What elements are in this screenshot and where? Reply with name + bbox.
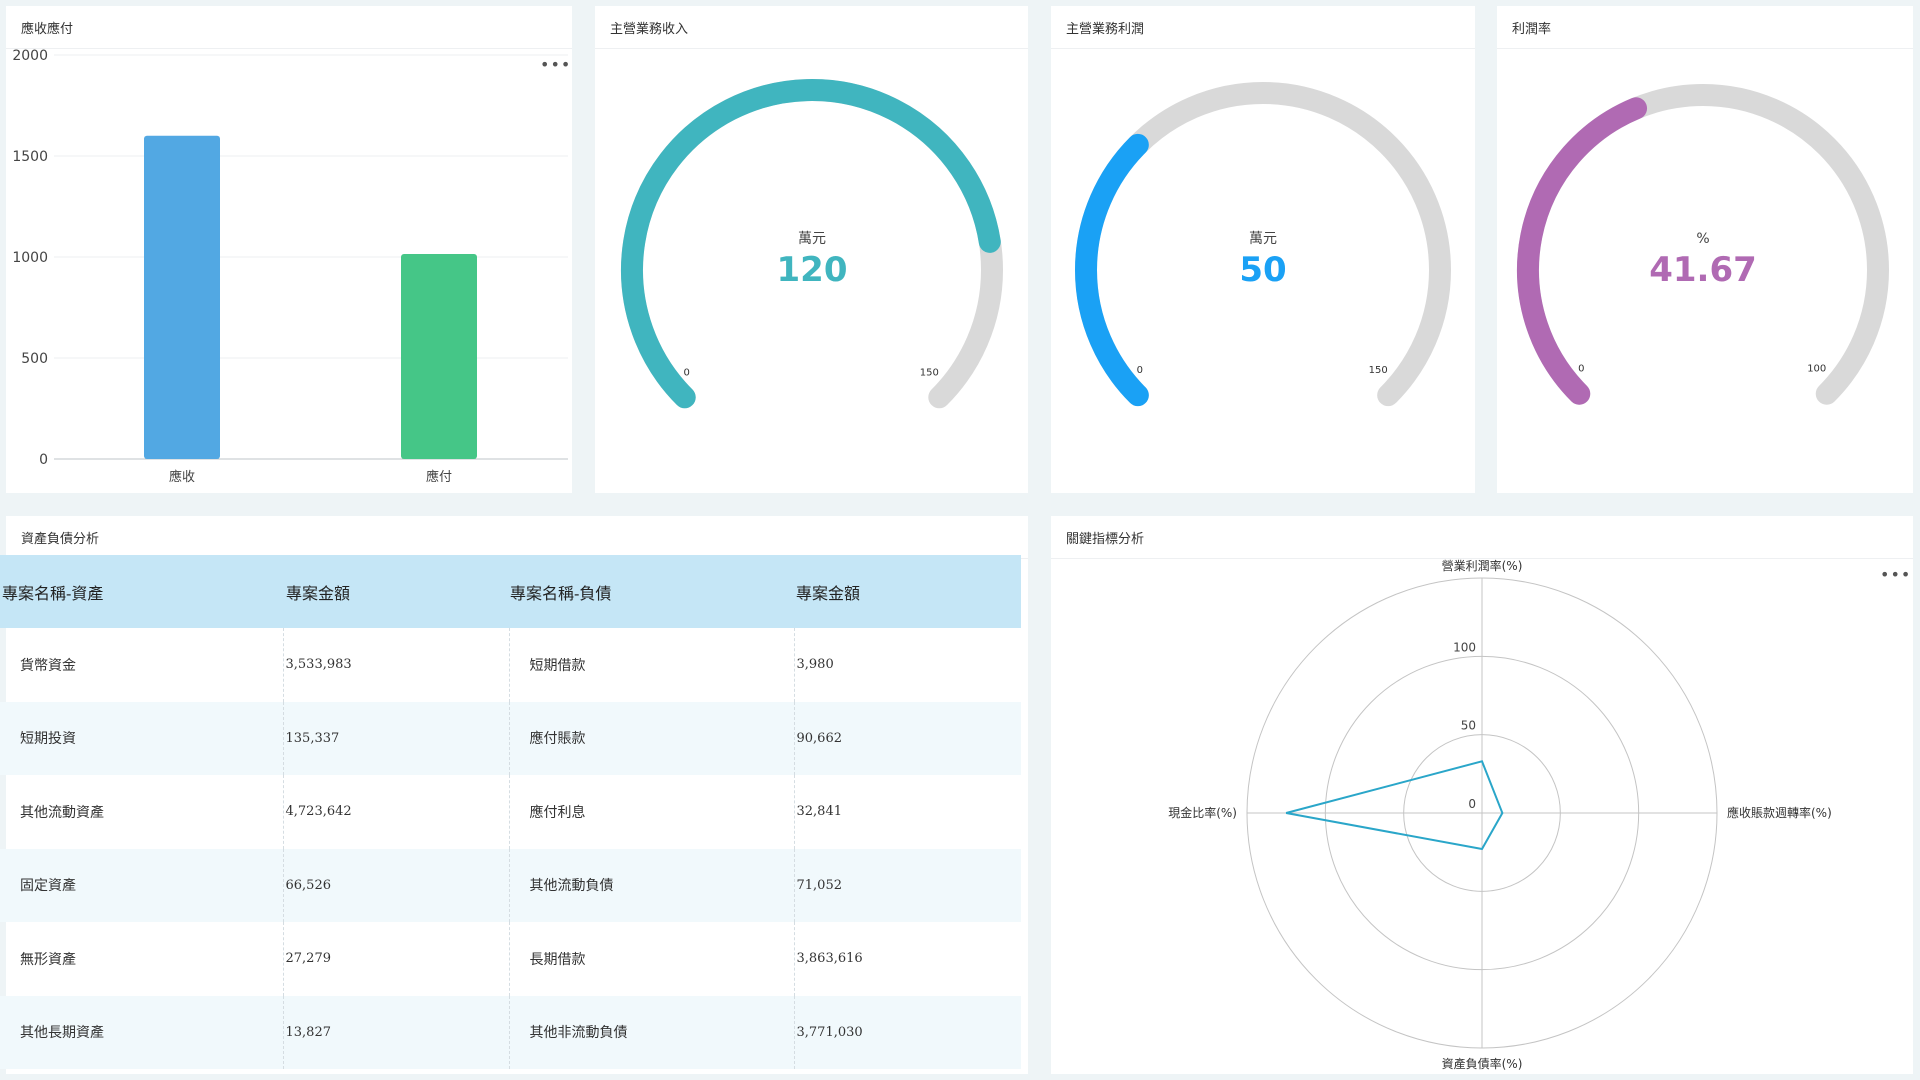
radar-indicator-label: 營業利潤率(%)	[1442, 558, 1523, 573]
gauge-value: 41.67	[1649, 250, 1757, 290]
liability-amount: 32,841	[793, 775, 1021, 849]
table-row: 短期投資 135,337 應付賬款 90,662	[0, 701, 1021, 775]
header-asset-name: 專案名稱-資產	[0, 555, 283, 628]
liability-amount: 3,771,030	[793, 995, 1021, 1069]
profit-gauge: 萬元 50 0 150	[1075, 82, 1451, 407]
table-row: 固定資產 66,526 其他流動負債 71,052	[0, 848, 1021, 922]
liability-name: 短期借款	[508, 628, 794, 702]
gauge-max-label: 100	[1807, 364, 1826, 375]
table-header-row: 專案名稱-資產 專案金額 專案名稱-負債 專案金額	[0, 555, 1021, 628]
table-row: 其他流動資產 4,723,642 應付利息 32,841	[0, 775, 1021, 849]
liability-amount: 71,052	[793, 848, 1021, 922]
gauge-unit: %	[1696, 231, 1709, 247]
asset-name: 其他流動資產	[20, 804, 104, 821]
radar-ring-label: 50	[1461, 719, 1476, 733]
liability-name: 長期借款	[508, 922, 794, 996]
liability-amount: 3,980	[793, 628, 1021, 702]
gauge-max-label: 150	[920, 367, 939, 378]
liability-name: 其他流動負債	[508, 848, 794, 922]
bar-receivable	[144, 135, 220, 460]
liability-name: 應付利息	[508, 775, 794, 849]
x-tick-label: 應付	[426, 469, 452, 485]
asset-amount: 66,526	[282, 848, 509, 922]
header-liability-name: 專案名稱-負債	[509, 555, 794, 628]
gauge-value-arc	[1075, 133, 1149, 407]
asset-name: 其他長期資產	[0, 995, 283, 1069]
liability-amount: 90,662	[793, 701, 1021, 775]
panel-profit: 主營業務利潤 萬元 50 0 150	[1051, 6, 1475, 493]
gauge-min-label: 0	[1578, 364, 1584, 375]
gauge-unit: 萬元	[798, 231, 826, 247]
x-tick-label: 應收	[169, 469, 195, 485]
gauge-max-label: 150	[1369, 365, 1388, 376]
gauge-unit: 萬元	[1249, 231, 1277, 247]
panel-margin: 利潤率 % 41.67 0 100	[1497, 6, 1913, 493]
y-tick-label: 500	[21, 351, 48, 367]
radar-indicator-label: 應收賬款週轉率(%)	[1727, 805, 1832, 820]
margin-gauge: % 41.67 0 100	[1517, 84, 1889, 405]
asset-name: 短期投資	[0, 701, 283, 775]
header-asset-amount: 專案金額	[283, 555, 509, 628]
panel-title: 資產負債分析	[21, 532, 100, 547]
panel-kpi: 關鍵指標分析 ••• 0 50 100 營業利潤率(%) 應收賬款週轉率(%) 資產負債率…	[1051, 516, 1913, 1074]
panel-revenue: 主營業務收入 萬元 120 0 150	[595, 6, 1028, 493]
radar-chart: 0 50 100 營業利潤率(%) 應收賬款週轉率(%) 資產負債率(%) 現金比率(%)	[1168, 558, 1832, 1071]
gauge-value: 120	[777, 250, 848, 290]
asset-amount: 13,827	[282, 995, 509, 1069]
radar-indicator-label: 現金比率(%)	[1168, 805, 1237, 820]
liability-amount: 3,863,616	[793, 922, 1021, 996]
asset-amount: 3,533,983	[282, 628, 509, 702]
radar-indicator-label: 資產負債率(%)	[1442, 1056, 1523, 1071]
asset-name: 固定資產	[0, 848, 283, 922]
liability-name: 其他非流動負債	[508, 995, 794, 1069]
asset-amount: 27,279	[282, 922, 509, 996]
panel-ar-ap: 應收應付 ••• 0 500 1000 1500 2000 應收 應付	[6, 6, 572, 493]
gauge-min-label: 0	[1137, 365, 1143, 376]
table-row: 無形資產 27,279 長期借款 3,863,616	[0, 922, 1021, 996]
table-row: 其他長期資產 13,827 其他非流動負債 3,771,030	[0, 995, 1021, 1069]
y-tick-label: 2000	[12, 48, 48, 64]
asset-amount: 4,723,642	[282, 775, 509, 849]
bar-payable	[401, 253, 477, 459]
y-tick-label: 1500	[12, 149, 48, 165]
asset-name: 貨幣資金	[20, 657, 76, 674]
balance-table: 專案名稱-資產 專案金額 專案名稱-負債 專案金額 貨幣資金 3,533,983…	[0, 555, 1021, 1069]
revenue-gauge: 萬元 120 0 150	[621, 79, 1003, 409]
gauge-min-label: 0	[684, 367, 690, 378]
y-tick-label: 0	[39, 452, 48, 468]
gauge-value: 50	[1239, 250, 1286, 290]
gauge-value-arc	[1517, 97, 1648, 405]
radar-ring-label: 0	[1468, 797, 1476, 811]
asset-amount: 135,337	[282, 701, 509, 775]
y-tick-label: 1000	[12, 250, 48, 266]
liability-name: 應付賬款	[508, 701, 794, 775]
header-liability-amount: 專案金額	[794, 555, 1021, 628]
radar-ring-label: 100	[1453, 640, 1476, 654]
bar-chart: 0 500 1000 1500 2000 應收 應付	[12, 48, 568, 485]
asset-name: 無形資產	[20, 951, 76, 968]
table-row: 貨幣資金 3,533,983 短期借款 3,980	[0, 628, 1021, 702]
